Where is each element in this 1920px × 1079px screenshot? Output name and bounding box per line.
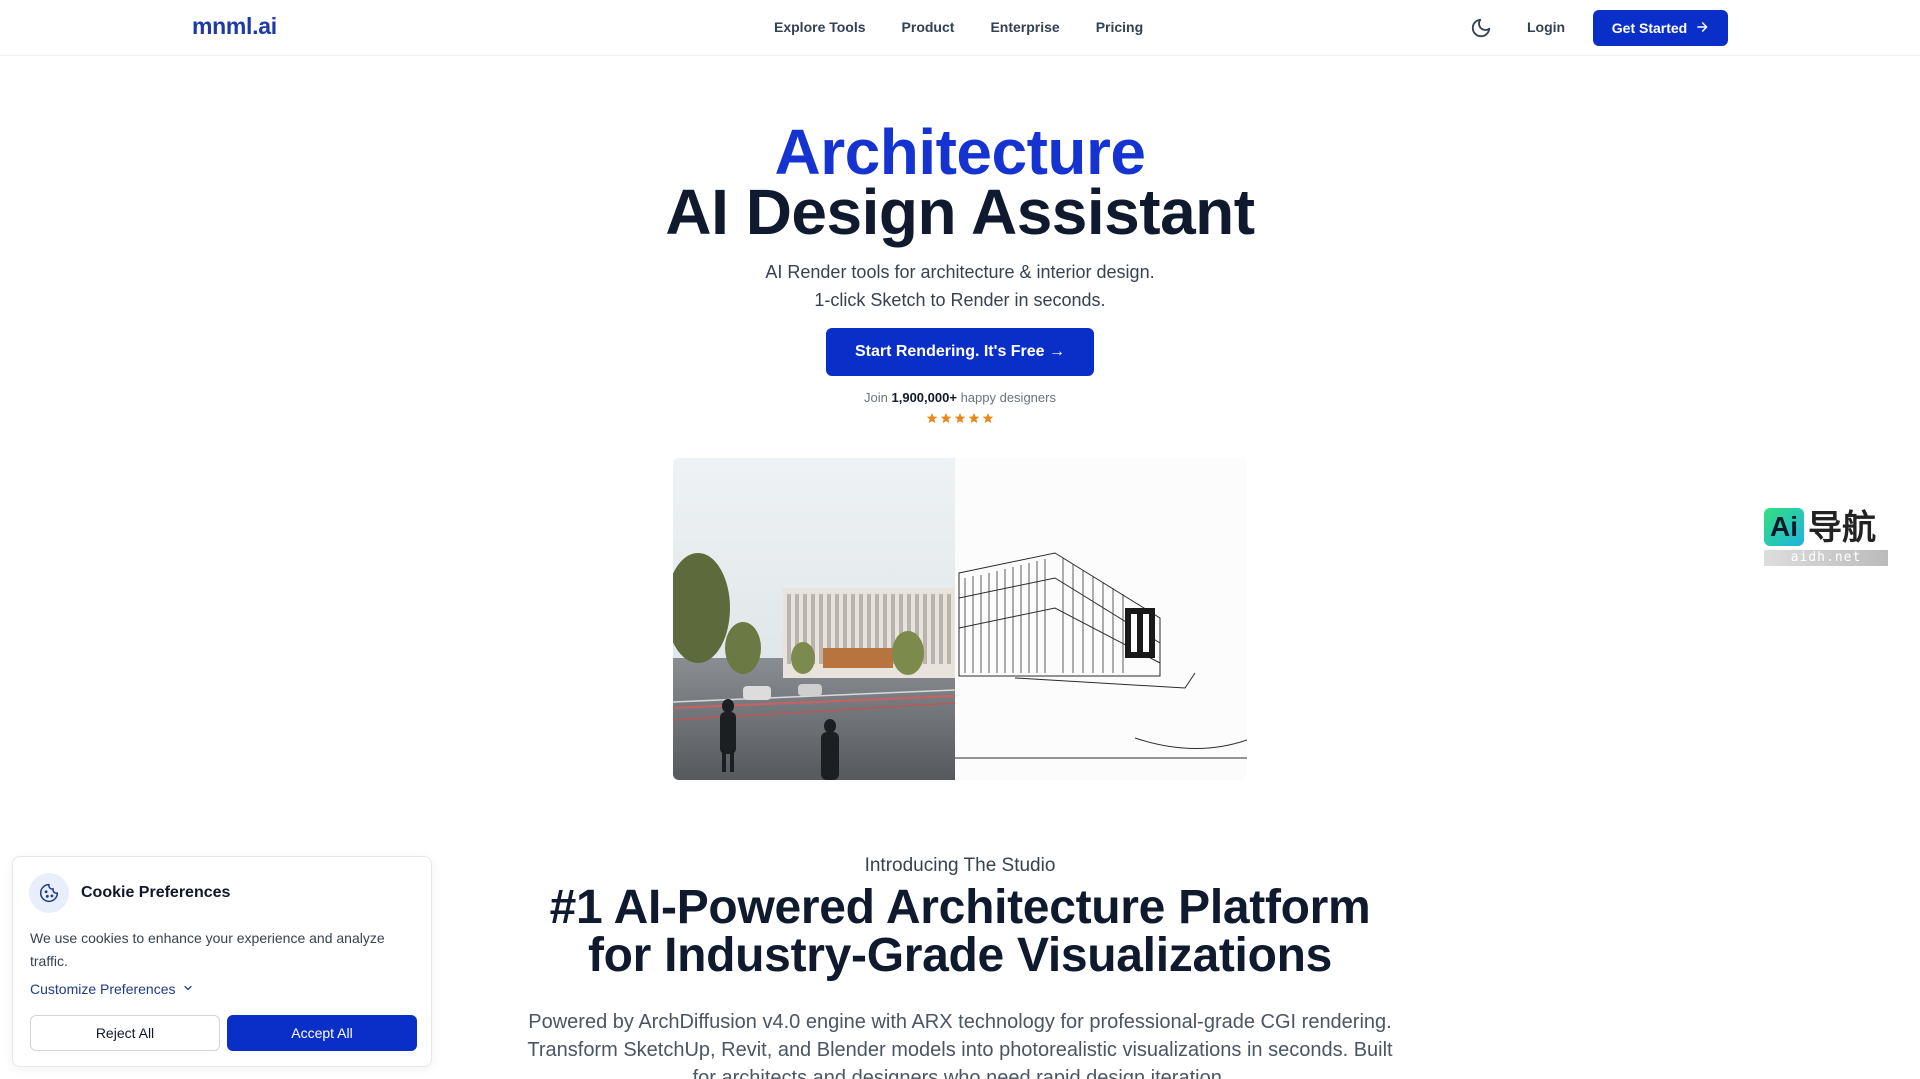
nav-links: Explore Tools Product Enterprise Pricing <box>774 19 1143 35</box>
reject-all-button[interactable]: Reject All <box>30 1015 220 1051</box>
join-count: 1,900,000+ <box>891 390 957 405</box>
star-icon <box>968 413 980 423</box>
cookie-banner: Cookie Preferences We use cookies to enh… <box>12 856 432 1067</box>
top-nav: mnml.ai Explore Tools Product Enterprise… <box>0 0 1920 56</box>
hero-subtitle-line2: 1-click Sketch to Render in seconds. <box>814 290 1106 310</box>
nav-link-product[interactable]: Product <box>902 19 955 35</box>
cookie-icon <box>29 873 69 913</box>
get-started-label: Get Started <box>1611 20 1688 36</box>
star-icon <box>982 413 994 423</box>
hero-before-after-image <box>673 458 1247 780</box>
join-prefix: Join <box>864 390 888 405</box>
start-rendering-button[interactable]: Start Rendering. It's Free → <box>826 328 1094 376</box>
cookie-text: We use cookies to enhance your experienc… <box>30 930 385 969</box>
cookie-title: Cookie Preferences <box>81 884 231 901</box>
watermark-cn: 导航 <box>1808 508 1876 548</box>
hero-title-main: AI Design Assistant <box>665 176 1255 248</box>
nav-link-enterprise[interactable]: Enterprise <box>990 19 1059 35</box>
social-proof: Join 1,900,000+ happy designers <box>0 390 1920 405</box>
sketch-drawing <box>955 458 1247 780</box>
watermark-url: aidh.net <box>1764 550 1888 566</box>
rating-stars <box>926 412 994 424</box>
arrow-right-icon <box>1695 20 1709 37</box>
logo[interactable]: mnml.ai <box>192 13 277 40</box>
chevron-down-icon <box>182 981 194 997</box>
star-icon <box>926 413 938 423</box>
accept-all-button[interactable]: Accept All <box>227 1015 417 1051</box>
studio-description: Powered by ArchDiffusion v4.0 engine wit… <box>527 1011 1393 1079</box>
hero-subtitle: AI Render tools for architecture & inter… <box>0 258 1920 314</box>
nav-link-explore-tools[interactable]: Explore Tools <box>774 19 866 35</box>
join-suffix: happy designers <box>960 390 1056 405</box>
watermark-ai: Ai <box>1764 508 1804 546</box>
login-link[interactable]: Login <box>1527 19 1565 35</box>
watermark-logo: Ai 导航 aidh.net <box>1764 508 1888 570</box>
star-icon <box>954 413 966 423</box>
hero-subtitle-line1: AI Render tools for architecture & inter… <box>765 262 1155 282</box>
nav-link-pricing[interactable]: Pricing <box>1096 19 1143 35</box>
star-icon <box>940 413 952 423</box>
moon-icon[interactable] <box>1470 17 1492 39</box>
customize-label: Customize Preferences <box>30 981 176 997</box>
render-photo <box>673 458 956 780</box>
customize-preferences-link[interactable]: Customize Preferences <box>30 981 194 997</box>
get-started-button[interactable]: Get Started <box>1593 10 1728 46</box>
